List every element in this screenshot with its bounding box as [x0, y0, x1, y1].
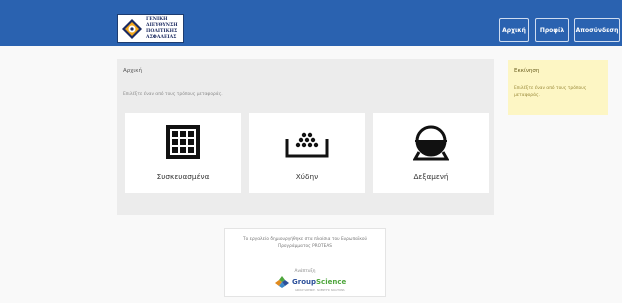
info-title: Εκκίνηση [514, 68, 540, 74]
card-tank[interactable]: Δεξαμενή [373, 113, 489, 193]
card-bulk[interactable]: Χύδην [249, 113, 365, 193]
logo-line-1: ΓΕΝΙΚΗ [146, 17, 168, 22]
groupscience-icon [275, 276, 289, 288]
emblem-icon [121, 18, 143, 40]
logo-line-3: ΠΟΛΙΤΙΚΗΣ [146, 29, 178, 34]
main-panel: Αρχική Επιλέξτε έναν από τους τρόπους με… [117, 59, 494, 215]
page-subtitle: Επιλέξτε έναν από τους τρόπους μεταφοράς… [123, 92, 223, 97]
card-tank-label: Δεξαμενή [413, 172, 449, 181]
footer-developed-by: Ανάπτυξη [294, 269, 316, 274]
profile-button[interactable]: Προφίλ [535, 18, 569, 42]
groupscience-brand-part1: Group [292, 278, 317, 286]
footer-box: Το εργαλείο δημιουργήθηκε στα πλαίσια το… [224, 228, 386, 297]
page-title: Αρχική [123, 68, 143, 74]
logo[interactable]: ΓΕΝΙΚΗ ΔΙΕΥΘΥΝΣΗ ΠΟΛΙΤΙΚΗΣ ΑΣΦΑΛΕΙΑΣ [117, 14, 184, 43]
logo-line-4: ΑΣΦΑΛΕΙΑΣ [146, 35, 177, 40]
groupscience-logo[interactable]: GroupScience [275, 276, 346, 288]
logout-button[interactable]: Αποσύνδεση [574, 18, 620, 42]
grid-box-icon [166, 125, 200, 159]
card-packaged[interactable]: Συσκευασμένα [125, 113, 241, 193]
logo-line-2: ΔΙΕΥΘΥΝΣΗ [146, 23, 178, 28]
home-button[interactable]: Αρχική [499, 18, 529, 42]
info-box: Εκκίνηση Επιλέξτε έναν από τους τρόπους … [508, 60, 608, 115]
bulk-pile-icon [285, 132, 329, 158]
groupscience-brand-part2: Science [316, 278, 347, 286]
info-text: Επιλέξτε έναν από τους τρόπους μεταφοράς… [514, 86, 587, 98]
groupscience-tagline: GROUP SCIENCE · SCIENTIFIC SOLUTIONS [295, 289, 345, 292]
tank-icon [413, 125, 449, 161]
card-bulk-label: Χύδην [295, 172, 319, 181]
card-packaged-label: Συσκευασμένα [156, 172, 210, 181]
footer-text: Το εργαλείο δημιουργήθηκε στα πλαίσια το… [243, 237, 367, 249]
